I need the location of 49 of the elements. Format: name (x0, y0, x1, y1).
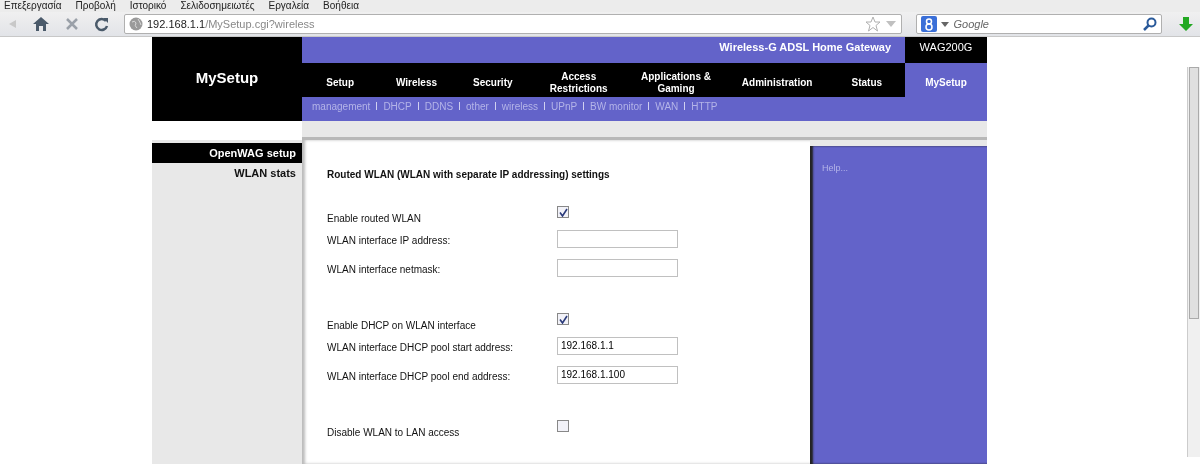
field-label: Enable routed WLAN (327, 213, 422, 224)
sidebar-item[interactable]: WLAN stats (152, 163, 302, 183)
menu-item[interactable]: Βοήθεια (323, 0, 359, 12)
nav-tab[interactable]: Setup (302, 63, 379, 97)
scrollbar-thumb[interactable] (1189, 67, 1199, 319)
input-field[interactable] (557, 258, 678, 277)
nav-tab[interactable]: Status (828, 63, 905, 97)
scrollbar[interactable] (1187, 67, 1200, 457)
nav-tab[interactable]: Wireless (378, 63, 455, 97)
nav-tab[interactable]: Administration (725, 63, 829, 97)
model-name: WAG200G (905, 37, 987, 63)
input-field[interactable] (557, 229, 678, 248)
checkbox[interactable] (557, 420, 569, 432)
product-name: Wireless-G ADSL Home Gateway (718, 40, 892, 55)
home-icon[interactable] (32, 16, 50, 32)
field-label: Enable DHCP on WLAN interface (327, 320, 477, 331)
field-label: WLAN interface DHCP pool start address: (327, 342, 514, 353)
stop-icon[interactable] (64, 16, 80, 32)
star-icon[interactable] (865, 16, 882, 32)
field-label: WLAN interface DHCP pool end address: (327, 371, 512, 382)
nav-tab[interactable]: Access Restrictions (531, 63, 627, 97)
url-host: 192.168.1.1 (147, 18, 206, 30)
menu-item[interactable]: Επεξεργασία (4, 0, 62, 12)
nav-tab[interactable]: Applications & Gaming (626, 63, 726, 97)
search-engine-icon[interactable] (921, 16, 938, 32)
sidebar-item[interactable]: OpenWAG setup (152, 143, 302, 163)
input-field[interactable]: 192.168.1.100 (557, 365, 678, 384)
field-label: Disable WLAN to LAN access (327, 427, 461, 438)
menu-item[interactable]: Ιστορικό (129, 0, 167, 12)
help-text: Help... (822, 163, 848, 173)
menu-item[interactable]: Σελιδοσημειωτές (180, 0, 255, 12)
section-heading: Routed WLAN (WLAN with separate IP addressing) settings (327, 169, 611, 182)
reload-icon[interactable] (94, 16, 110, 32)
url-path: /MySetup.cgi?wireless (205, 18, 315, 30)
search-icon[interactable] (1143, 17, 1157, 31)
field-label: WLAN interface IP address: (327, 235, 452, 246)
caret-icon[interactable] (941, 20, 950, 28)
nav-tab[interactable]: Security (454, 63, 531, 97)
search-bar[interactable]: Google (916, 14, 1162, 34)
download-icon[interactable] (1178, 16, 1194, 32)
checkbox[interactable] (557, 313, 569, 325)
checkbox[interactable] (557, 206, 569, 218)
menu-item[interactable]: Εργαλεία (268, 0, 310, 12)
input-field[interactable]: 192.168.1.1 (557, 336, 678, 355)
page-title: MySetup (195, 69, 259, 87)
address-field[interactable]: 192.168.1.1/MySetup.cgi?wireless (124, 14, 903, 34)
globe-icon[interactable] (129, 17, 143, 31)
field-label: WLAN interface netmask: (327, 264, 442, 275)
menu-item[interactable]: Προβολή (75, 0, 116, 12)
